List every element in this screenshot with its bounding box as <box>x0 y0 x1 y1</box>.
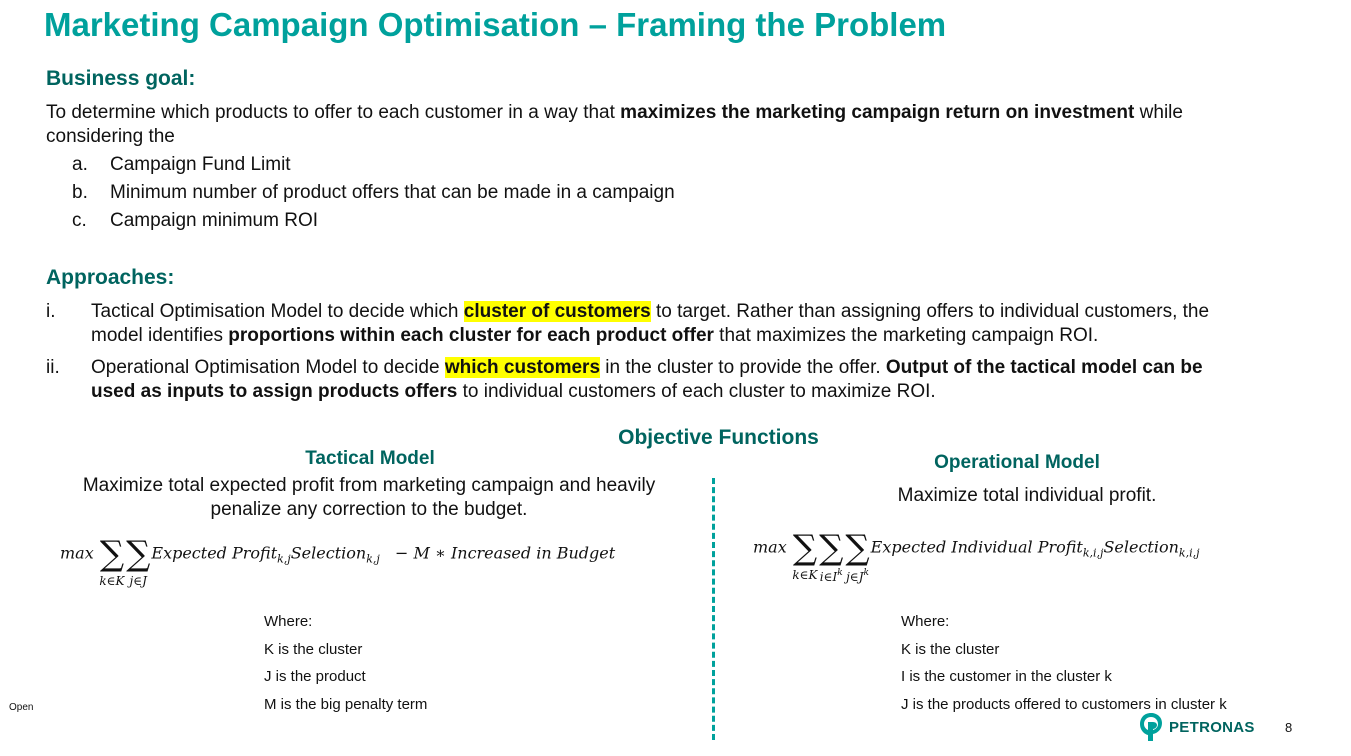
where-line: K is the cluster <box>264 640 363 658</box>
operational-formula: max ∑ k∈K ∑ i∈Ik ∑ j∈Jk Expected Individual Pr… <box>753 528 1200 584</box>
approach-item: ii. Operational Optimisation Model to de… <box>46 356 1306 404</box>
goal-item-marker: c. <box>72 210 87 231</box>
objective-functions-heading: Objective Functions <box>618 426 819 449</box>
business-goal-text-bold: maximizes the marketing campaign return … <box>620 102 1135 123</box>
sigma-icon: ∑ <box>845 528 870 568</box>
petronas-logo-icon <box>1140 713 1162 741</box>
approach-highlight: cluster of customers <box>463 301 651 322</box>
classification-label: Open <box>9 702 34 713</box>
where-line: J is the product <box>264 668 366 686</box>
sum-index: k∈K <box>99 574 125 588</box>
tactical-desc-line: penalize any correction to the budget. <box>210 499 528 520</box>
sigma-icon: ∑ <box>792 528 818 568</box>
approach-highlight: which customers <box>444 357 601 378</box>
goal-item: b. Minimum number of product offers that … <box>72 181 675 205</box>
formula-term: Selection <box>1103 537 1179 557</box>
business-goal-text-pre: To determine which products to offer to … <box>46 102 621 123</box>
formula-subscript: k,j <box>277 552 291 566</box>
approach-text: to target. Rather than assigning offers … <box>650 301 1210 322</box>
formula-max: max <box>753 537 787 557</box>
formula-term: Expected Individual Profit <box>870 537 1083 557</box>
approach-marker: ii. <box>46 357 60 378</box>
tactical-model-desc: Maximize total expected profit from mark… <box>44 474 694 522</box>
where-line: Where: <box>901 613 950 630</box>
approach-text: Operational Optimisation Model to decide <box>91 357 445 378</box>
goal-item-text: Campaign Fund Limit <box>110 154 291 175</box>
sum-symbol: ∑ k∈K <box>99 534 125 588</box>
slide-title: Marketing Campaign Optimisation – Framin… <box>44 6 947 43</box>
sum-index-text: i∈I <box>819 570 838 584</box>
sum-symbol: ∑ k∈K <box>792 528 818 582</box>
petronas-logo-text: PETRONAS <box>1169 718 1255 736</box>
sum-symbol: ∑ j∈J <box>126 534 151 588</box>
formula-max: max <box>60 543 94 563</box>
sum-index: k∈K <box>792 568 818 582</box>
where-line: I is the customer in the cluster k <box>901 668 1112 686</box>
formula-subscript: k,j <box>366 552 380 566</box>
formula-subscript: k,i,j <box>1178 546 1200 560</box>
approach-bold: used as inputs to assign products offers <box>91 381 458 402</box>
operational-model-desc: Maximize total individual profit. <box>897 485 1157 506</box>
tactical-desc-line: Maximize total expected profit from mark… <box>82 475 656 496</box>
goal-item-marker: a. <box>72 154 88 175</box>
approach-item: i. Tactical Optimisation Model to decide… <box>46 300 1306 348</box>
sum-index-text: j∈J <box>846 570 864 584</box>
approach-bold: proportions within each cluster for each… <box>228 325 714 346</box>
goal-item-marker: b. <box>72 182 88 203</box>
formula-term: Expected Profit <box>151 543 278 563</box>
sum-index-sup: k <box>863 568 869 578</box>
sum-index: j∈Jk <box>846 568 869 584</box>
sum-symbol: ∑ j∈Jk <box>845 528 870 584</box>
approaches-heading: Approaches: <box>46 266 175 289</box>
sigma-icon: ∑ <box>99 534 125 574</box>
where-line: M is the big penalty term <box>264 696 428 714</box>
column-divider <box>712 478 715 740</box>
where-line: K is the cluster <box>901 640 1000 658</box>
where-line: Where: <box>264 613 313 630</box>
sum-index-sup: k <box>837 568 843 578</box>
business-goal-heading: Business goal: <box>46 67 196 90</box>
business-goal-text: To determine which products to offer to … <box>46 101 1183 125</box>
formula-term: Selection <box>290 543 367 563</box>
business-goal-text-line2: considering the <box>46 126 175 147</box>
goal-item-text: Minimum number of product offers that ca… <box>110 182 675 203</box>
approach-text: Tactical Optimisation Model to decide wh… <box>91 301 464 322</box>
page-number: 8 <box>1285 720 1293 735</box>
sum-index: j∈J <box>129 574 147 588</box>
approach-text: model identifies <box>91 325 229 346</box>
tactical-where: Where: K is the cluster J is the product… <box>264 608 427 719</box>
formula-penalty: − M ∗ Increased in Budget <box>389 543 616 563</box>
tactical-model-title: Tactical Model <box>305 448 435 469</box>
sum-index: i∈Ik <box>820 568 843 584</box>
sigma-icon: ∑ <box>819 528 844 568</box>
approach-text: in the cluster to provide the offer. <box>600 357 886 378</box>
goal-item: c. Campaign minimum ROI <box>72 209 318 233</box>
goal-item: a. Campaign Fund Limit <box>72 153 291 177</box>
approach-text: that maximizes the marketing campaign RO… <box>713 325 1099 346</box>
approach-text: to individual customers of each cluster … <box>457 381 936 402</box>
operational-where: Where: K is the cluster I is the custome… <box>901 608 1227 719</box>
business-goal-text-post: while <box>1134 102 1183 123</box>
approach-bold: Output of the tactical model can be <box>885 357 1203 378</box>
sum-symbol: ∑ i∈Ik <box>819 528 844 584</box>
approach-marker: i. <box>46 301 56 322</box>
petronas-logo: PETRONAS <box>1139 712 1255 742</box>
formula-subscript: k,i,j <box>1082 546 1104 560</box>
tactical-formula: max ∑ k∈K ∑ j∈J Expected Profitk,jSelectionk… <box>60 534 616 588</box>
sigma-icon: ∑ <box>126 534 151 574</box>
goal-item-text: Campaign minimum ROI <box>110 210 318 231</box>
operational-model-title: Operational Model <box>934 452 1100 473</box>
